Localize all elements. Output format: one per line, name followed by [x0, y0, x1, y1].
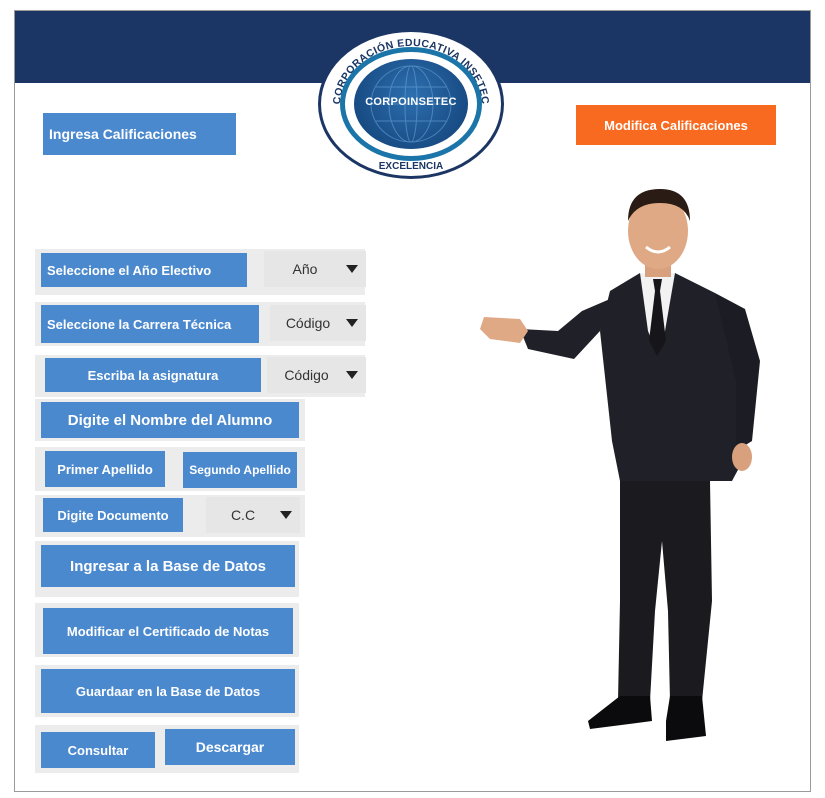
documento-tipo-select[interactable]: C.C: [206, 497, 300, 533]
segundo-apellido-input[interactable]: Segundo Apellido: [183, 452, 297, 488]
descargar-button[interactable]: Descargar: [165, 729, 295, 765]
app-frame: Ingresa Calificaciones Modifica Califica…: [14, 10, 811, 792]
carrera-select-value: Código: [285, 315, 331, 331]
ingresar-base-datos-button[interactable]: Ingresar a la Base de Datos: [41, 545, 295, 587]
chevron-down-icon: [346, 265, 358, 273]
documento-input[interactable]: Digite Documento: [43, 498, 183, 532]
asignatura-select-value: Código: [284, 367, 329, 383]
documento-tipo-value: C.C: [230, 507, 256, 523]
businessman-image: [480, 189, 760, 741]
carrera-tecnica-label: Seleccione la Carrera Técnica: [41, 305, 259, 343]
chevron-down-icon: [346, 371, 358, 379]
nombre-alumno-input[interactable]: Digite el Nombre del Alumno: [41, 402, 299, 438]
anio-electivo-label: Seleccione el Año Electivo: [41, 253, 247, 287]
primer-apellido-input[interactable]: Primer Apellido: [45, 451, 165, 487]
carrera-select[interactable]: Código: [270, 305, 366, 341]
ingresa-calificaciones-button[interactable]: Ingresa Calificaciones: [43, 113, 236, 155]
corpoinsetec-logo: CORPORACIÓN EDUCATIVA INSETEC CORPOINSET…: [318, 29, 508, 184]
anio-select-value: Año: [292, 261, 318, 277]
logo-bottom-text: EXCELENCIA: [378, 161, 444, 172]
asignatura-select[interactable]: Código: [267, 357, 366, 393]
asignatura-label: Escriba la asignatura: [45, 358, 261, 392]
guardar-base-datos-button[interactable]: Guardaar en la Base de Datos: [41, 669, 295, 713]
logo-center-text: CORPOINSETEC: [365, 96, 457, 108]
anio-select[interactable]: Año: [264, 251, 366, 287]
chevron-down-icon: [280, 511, 292, 519]
chevron-down-icon: [346, 319, 358, 327]
modificar-certificado-button[interactable]: Modificar el Certificado de Notas: [43, 608, 293, 654]
consultar-button[interactable]: Consultar: [41, 732, 155, 768]
modifica-calificaciones-button[interactable]: Modifica Calificaciones: [576, 105, 776, 145]
